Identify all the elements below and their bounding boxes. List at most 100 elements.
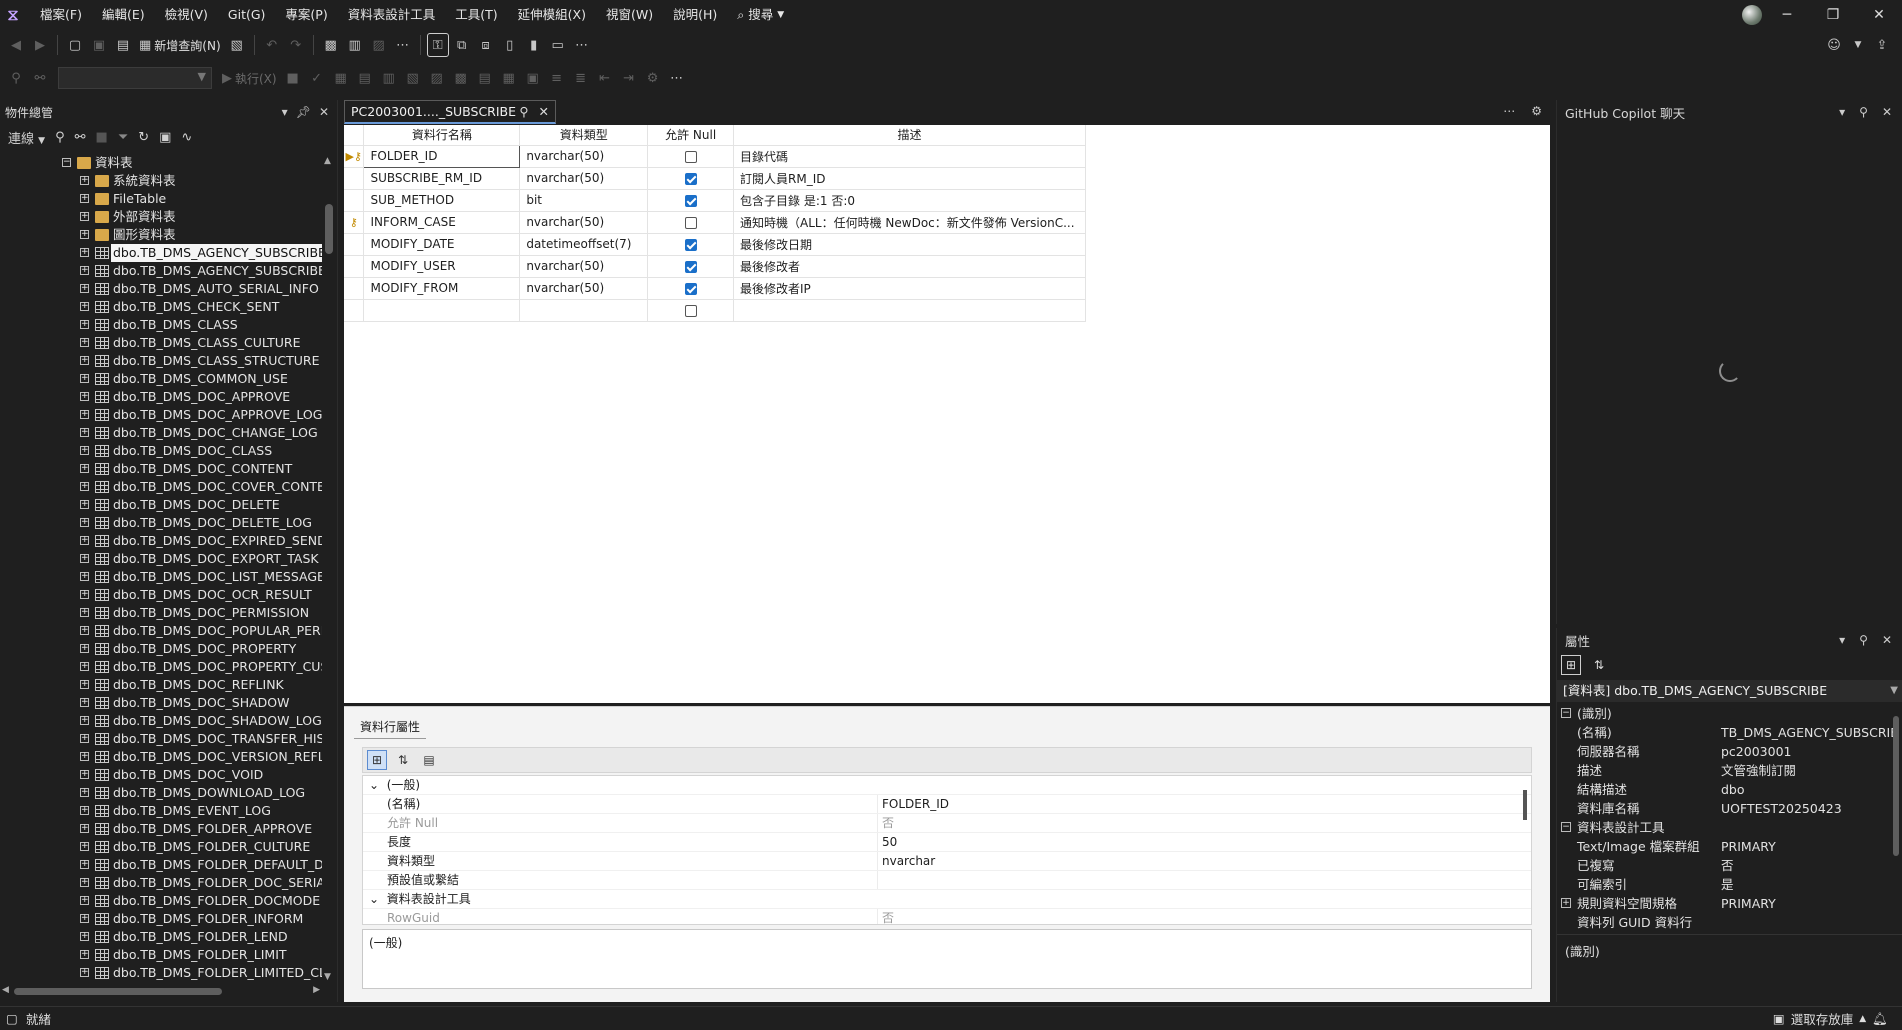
close-window-button[interactable]: ✕: [1856, 0, 1902, 30]
allow-null-cell[interactable]: [647, 189, 735, 212]
client-stats-icon[interactable]: ▩: [450, 66, 472, 90]
parse-icon[interactable]: ✓: [306, 66, 328, 90]
search-menu[interactable]: ⌕ 搜尋 ▼: [727, 0, 794, 30]
tree-item-table[interactable]: + dbo.TB_DMS_FOLDER_DEFAULT_DC: [0, 856, 322, 874]
refresh-icon[interactable]: ↻: [138, 130, 149, 145]
activity-icon[interactable]: ∿: [181, 130, 192, 145]
expand-icon[interactable]: +: [80, 518, 89, 527]
query-options-icon[interactable]: ▥: [378, 66, 400, 90]
property-value[interactable]: 否: [878, 909, 1531, 924]
expand-icon[interactable]: +: [1561, 898, 1571, 908]
description-cell[interactable]: 最後修改者IP: [733, 277, 1086, 300]
row-selector[interactable]: [344, 167, 365, 190]
results-file-icon[interactable]: ▣: [522, 66, 544, 90]
scroll-thumb[interactable]: [14, 988, 222, 995]
summary-icon[interactable]: ▣: [159, 130, 171, 145]
allow-null-cell[interactable]: [647, 211, 735, 234]
property-row[interactable]: 已複寫 否: [1557, 856, 1902, 875]
row-selector[interactable]: [344, 277, 365, 300]
allow-null-checkbox[interactable]: [684, 282, 697, 295]
allow-null-cell[interactable]: [647, 255, 735, 278]
properties-scrollbar[interactable]: [1892, 706, 1900, 916]
tree-vertical-scrollbar[interactable]: ▲ ▼: [322, 154, 336, 984]
allow-null-checkbox[interactable]: [684, 304, 697, 317]
table-row[interactable]: MODIFY_FROM nvarchar(50) 最後修改者IP: [344, 277, 1086, 300]
column-name-cell[interactable]: SUBSCRIBE_RM_ID: [363, 167, 521, 190]
tree-item-folder[interactable]: + 外部資料表: [0, 208, 322, 226]
execute-button[interactable]: ▶ 執行(X): [219, 66, 280, 90]
row-selector[interactable]: [344, 299, 365, 322]
property-row[interactable]: 伺服器名稱 pc2003001: [1557, 742, 1902, 761]
category-row[interactable]: ⌄ (一般): [363, 776, 1531, 795]
tree-item-table[interactable]: + dbo.TB_DMS_DOC_OCR_RESULT: [0, 586, 322, 604]
allow-null-checkbox[interactable]: [684, 194, 697, 207]
alphabetical-icon[interactable]: ⇅: [1589, 655, 1609, 675]
stop-icon[interactable]: ■: [96, 130, 108, 145]
allow-null-cell[interactable]: [647, 145, 735, 168]
column-name-cell[interactable]: SUB_METHOD: [363, 189, 521, 212]
row-selector[interactable]: ⚷: [344, 211, 365, 234]
allow-null-cell[interactable]: [647, 299, 735, 322]
tree-item-table[interactable]: + dbo.TB_DMS_AGENCY_SUBSCRIBE_l: [0, 262, 322, 280]
new-file-icon[interactable]: ▢: [64, 33, 86, 57]
more-icon[interactable]: ⋯: [1503, 104, 1515, 118]
description-cell[interactable]: 最後修改者: [733, 255, 1086, 278]
property-pages-icon[interactable]: ▤: [419, 750, 439, 770]
generate-script-icon[interactable]: ▭: [547, 33, 569, 57]
chevron-down-icon[interactable]: ▾: [1839, 633, 1845, 647]
expand-icon[interactable]: +: [80, 284, 89, 293]
tree-item-table[interactable]: + dbo.TB_DMS_DOC_APPROVE_LOG: [0, 406, 322, 424]
expand-icon[interactable]: +: [80, 968, 89, 977]
results-grid-icon[interactable]: ▦: [498, 66, 520, 90]
tree-item-table[interactable]: + dbo.TB_DMS_DOC_APPROVE: [0, 388, 322, 406]
notification-icon[interactable]: 🔔︎: [1872, 1011, 1888, 1027]
copilot-icon[interactable]: ☺: [1823, 33, 1845, 57]
property-row[interactable]: 允許 Null 否: [363, 814, 1531, 833]
expand-icon[interactable]: +: [80, 500, 89, 509]
save-icon[interactable]: ▣: [88, 33, 110, 57]
pin-icon[interactable]: ⚲: [1859, 633, 1868, 647]
category-row[interactable]: ⌄ 資料表設計工具: [363, 890, 1531, 909]
property-row[interactable]: RowGuid 否: [363, 909, 1531, 924]
expand-icon[interactable]: +: [80, 932, 89, 941]
property-row[interactable]: 資料列 GUID 資料行: [1557, 913, 1902, 932]
tree-item-table[interactable]: + dbo.TB_DMS_DOC_EXPIRED_SENDR: [0, 532, 322, 550]
menu-item[interactable]: 專案(P): [275, 0, 337, 30]
menu-item[interactable]: Git(G): [218, 0, 276, 30]
category-row[interactable]: − (識別): [1557, 704, 1902, 723]
collapse-icon[interactable]: −: [1561, 822, 1571, 832]
tab-table-designer[interactable]: PC2003001...._SUBSCRIBE ⚲ ✕: [344, 100, 556, 124]
description-cell[interactable]: 通知時機（ALL：任何時機 NewDoc：新文件發佈 VersionC...: [733, 211, 1086, 234]
disconnect-icon[interactable]: ⚯: [29, 66, 51, 90]
close-icon[interactable]: ✕: [1882, 105, 1892, 119]
tree-item-table[interactable]: + dbo.TB_DMS_DOC_LIST_MESSAGE: [0, 568, 322, 586]
redo-icon[interactable]: ↷: [285, 33, 307, 57]
property-value[interactable]: TB_DMS_AGENCY_SUBSCRIE: [1717, 723, 1902, 742]
decrease-indent-icon[interactable]: ⇤: [594, 66, 616, 90]
tree-item-table[interactable]: + dbo.TB_DMS_DOC_CLASS: [0, 442, 322, 460]
allow-null-checkbox[interactable]: [684, 216, 697, 229]
properties-object-selector[interactable]: [資料表] dbo.TB_DMS_AGENCY_SUBSCRIBE ▼: [1557, 680, 1902, 702]
tree-item-table[interactable]: + dbo.TB_DMS_DOC_SHADOW: [0, 694, 322, 712]
manage-xml-indexes-icon[interactable]: ▮: [523, 33, 545, 57]
property-row[interactable]: 結構描述 dbo: [1557, 780, 1902, 799]
data-type-cell[interactable]: nvarchar(50): [519, 167, 649, 190]
expand-icon[interactable]: +: [80, 806, 89, 815]
chevron-down-icon[interactable]: ⌄: [369, 892, 379, 906]
manage-indexes-icon[interactable]: ⧈: [475, 33, 497, 57]
tree-item-table[interactable]: + dbo.TB_DMS_AGENCY_SUBSCRIBE: [0, 244, 322, 262]
allow-null-cell[interactable]: [647, 167, 735, 190]
property-row[interactable]: 可編索引 是: [1557, 875, 1902, 894]
expand-icon[interactable]: +: [80, 428, 89, 437]
tree-item-table[interactable]: + dbo.TB_DMS_FOLDER_LIMIT: [0, 946, 322, 964]
activity-monitor-icon[interactable]: ▩: [320, 33, 342, 57]
property-value[interactable]: PRIMARY: [1717, 837, 1902, 856]
back-icon[interactable]: ◀: [5, 33, 27, 57]
expand-icon[interactable]: +: [80, 392, 89, 401]
allow-null-checkbox[interactable]: [684, 172, 697, 185]
stop-icon[interactable]: ■: [282, 66, 304, 90]
column-name-cell[interactable]: MODIFY_DATE: [363, 233, 521, 256]
property-row[interactable]: (名稱) FOLDER_ID: [363, 795, 1531, 814]
expand-icon[interactable]: +: [80, 842, 89, 851]
tree-item-table[interactable]: + dbo.TB_DMS_CLASS: [0, 316, 322, 334]
